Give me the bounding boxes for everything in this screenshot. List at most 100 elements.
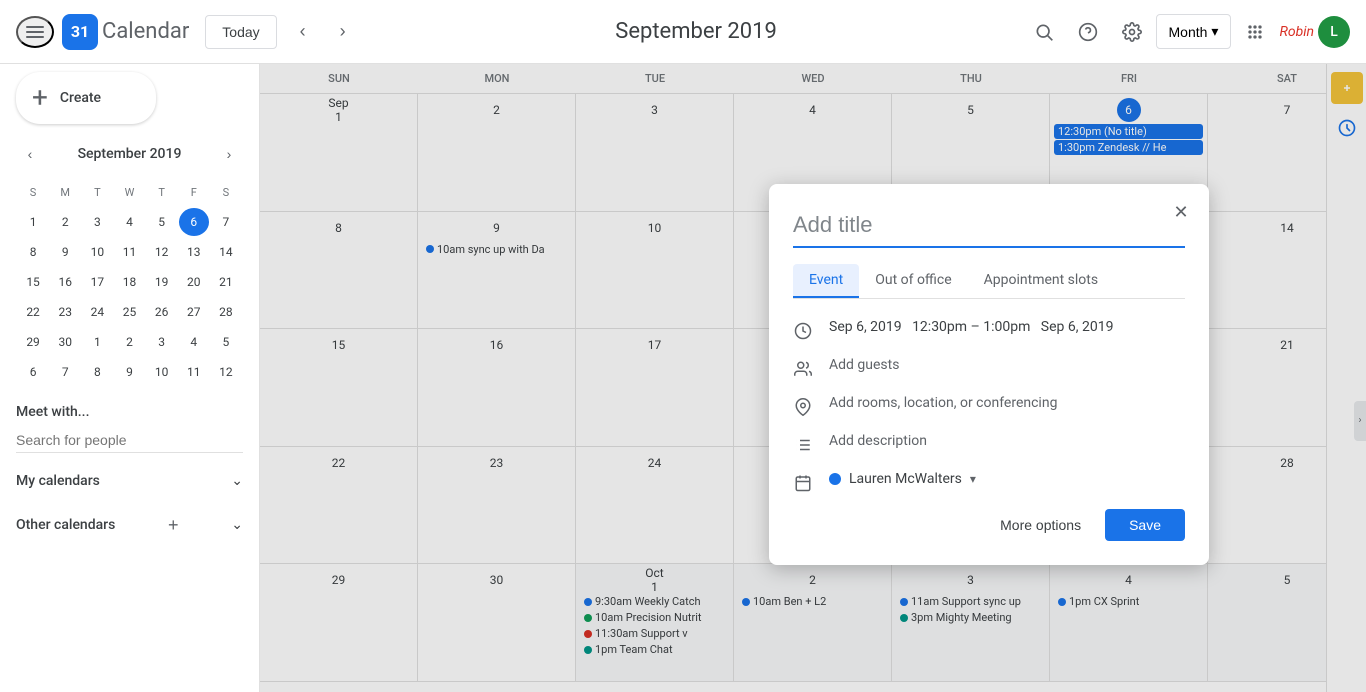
mini-cal-day[interactable]: 4 — [179, 328, 209, 356]
mini-cal-day[interactable]: 1 — [82, 328, 112, 356]
mini-cal-day[interactable]: 23 — [50, 298, 80, 326]
mini-cal-day[interactable]: 11 — [179, 358, 209, 386]
mini-cal-day[interactable]: 12 — [147, 238, 177, 266]
mini-cal-day[interactable]: 4 — [114, 208, 144, 236]
month-view-button[interactable]: Month ▾ — [1156, 14, 1232, 49]
mini-cal-day[interactable]: 8 — [18, 238, 48, 266]
mini-cal-day[interactable]: 25 — [114, 298, 144, 326]
time-separator: – — [971, 319, 984, 335]
mini-cal-prev[interactable]: ‹ — [16, 140, 44, 168]
mini-cal-dow: T — [82, 178, 112, 206]
guests-icon — [793, 359, 813, 379]
create-label: Create — [60, 90, 101, 106]
mini-cal-day[interactable]: 1 — [18, 208, 48, 236]
my-calendars-section: My calendars ⌄ — [16, 469, 243, 493]
my-calendars-header[interactable]: My calendars ⌄ — [16, 469, 243, 493]
mini-cal-dow: M — [50, 178, 80, 206]
location-icon — [793, 397, 813, 417]
mini-cal-day[interactable]: 21 — [211, 268, 241, 296]
mini-cal-day[interactable]: 27 — [179, 298, 209, 326]
modal-footer: More options Save — [793, 509, 1185, 541]
mini-cal-day[interactable]: 8 — [82, 358, 112, 386]
create-button[interactable]: + Create — [16, 72, 156, 124]
help-button[interactable] — [1068, 12, 1108, 52]
mini-cal-day[interactable]: 29 — [18, 328, 48, 356]
date-start[interactable]: Sep 6, 2019 — [829, 319, 902, 335]
mini-cal-dow: S — [18, 178, 48, 206]
other-calendars-header[interactable]: Other calendars + ⌄ — [16, 509, 243, 541]
mini-calendar-title: September 2019 — [78, 146, 182, 162]
clock-icon — [793, 321, 813, 341]
mini-calendar: ‹ September 2019 › SMTWTFS 1234567891011… — [16, 140, 243, 388]
mini-cal-day[interactable]: 14 — [211, 238, 241, 266]
menu-icon-button[interactable] — [16, 16, 54, 48]
mini-cal-day[interactable]: 3 — [82, 208, 112, 236]
mini-cal-day[interactable]: 19 — [147, 268, 177, 296]
mini-cal-day[interactable]: 16 — [50, 268, 80, 296]
guests-content[interactable]: Add guests — [829, 357, 1185, 373]
time-end[interactable]: 1:00pm — [983, 319, 1030, 335]
mini-calendar-grid: SMTWTFS 12345678910111213141516171819202… — [16, 176, 243, 388]
search-button[interactable] — [1024, 12, 1064, 52]
next-month-button[interactable]: › — [325, 14, 361, 50]
add-other-calendar-button[interactable]: + — [161, 513, 185, 537]
mini-cal-next[interactable]: › — [215, 140, 243, 168]
appointment-slots-tab[interactable]: Appointment slots — [968, 264, 1114, 298]
mini-cal-day[interactable]: 15 — [18, 268, 48, 296]
mini-cal-day[interactable]: 10 — [147, 358, 177, 386]
save-button[interactable]: Save — [1105, 509, 1185, 541]
owner-dropdown-arrow[interactable]: ▾ — [970, 472, 976, 486]
mini-cal-day[interactable]: 13 — [179, 238, 209, 266]
mini-cal-day[interactable]: 5 — [211, 328, 241, 356]
main-content: + Create ‹ September 2019 › SMTWTFS 1234… — [0, 64, 1366, 692]
mini-cal-day[interactable]: 5 — [147, 208, 177, 236]
create-plus-icon: + — [32, 84, 48, 112]
mini-cal-day[interactable]: 9 — [50, 238, 80, 266]
user-name[interactable]: Robin — [1279, 24, 1314, 40]
mini-cal-day[interactable]: 7 — [50, 358, 80, 386]
modal-close-button[interactable]: ✕ — [1165, 196, 1197, 228]
date-end[interactable]: Sep 6, 2019 — [1041, 319, 1114, 335]
mini-cal-day[interactable]: 9 — [114, 358, 144, 386]
mini-cal-day[interactable]: 28 — [211, 298, 241, 326]
sidebar: + Create ‹ September 2019 › SMTWTFS 1234… — [0, 64, 260, 692]
prev-month-button[interactable]: ‹ — [285, 14, 321, 50]
mini-cal-day[interactable]: 10 — [82, 238, 112, 266]
modal-tabs: Event Out of office Appointment slots — [793, 264, 1185, 299]
apps-button[interactable] — [1235, 12, 1275, 52]
logo-icon: 31 — [62, 14, 98, 50]
mini-cal-day[interactable]: 7 — [211, 208, 241, 236]
other-calendars-chevron: ⌄ — [231, 517, 243, 533]
mini-cal-day[interactable]: 12 — [211, 358, 241, 386]
settings-button[interactable] — [1112, 12, 1152, 52]
mini-cal-day[interactable]: 22 — [18, 298, 48, 326]
mini-cal-day[interactable]: 30 — [50, 328, 80, 356]
time-start[interactable]: 12:30pm — [912, 319, 967, 335]
more-options-button[interactable]: More options — [984, 509, 1097, 541]
mini-cal-day[interactable]: 17 — [82, 268, 112, 296]
mini-cal-day[interactable]: 6 — [179, 208, 209, 236]
description-content[interactable]: Add description — [829, 433, 1185, 449]
add-location-label[interactable]: Add rooms, location, or conferencing — [829, 395, 1057, 411]
mini-cal-day[interactable]: 18 — [114, 268, 144, 296]
mini-cal-day[interactable]: 2 — [114, 328, 144, 356]
search-people-input[interactable] — [16, 428, 243, 453]
mini-cal-day[interactable]: 26 — [147, 298, 177, 326]
mini-cal-day[interactable]: 2 — [50, 208, 80, 236]
user-avatar[interactable]: L — [1318, 16, 1350, 48]
location-content[interactable]: Add rooms, location, or conferencing — [829, 395, 1185, 411]
mini-cal-day[interactable]: 3 — [147, 328, 177, 356]
out-of-office-tab[interactable]: Out of office — [859, 264, 967, 298]
event-tab[interactable]: Event — [793, 264, 859, 298]
time-content: Sep 6, 2019 12:30pm – 1:00pm Sep 6, 2019 — [829, 319, 1185, 335]
event-title-input[interactable] — [793, 208, 1185, 248]
other-calendars-section: Other calendars + ⌄ — [16, 509, 243, 541]
mini-cal-day[interactable]: 6 — [18, 358, 48, 386]
add-guests-label[interactable]: Add guests — [829, 357, 899, 373]
today-button[interactable]: Today — [205, 15, 276, 49]
time-row: Sep 6, 2019 12:30pm – 1:00pm Sep 6, 2019 — [793, 319, 1185, 341]
mini-cal-day[interactable]: 20 — [179, 268, 209, 296]
add-description-label[interactable]: Add description — [829, 433, 927, 449]
mini-cal-day[interactable]: 11 — [114, 238, 144, 266]
mini-cal-day[interactable]: 24 — [82, 298, 112, 326]
